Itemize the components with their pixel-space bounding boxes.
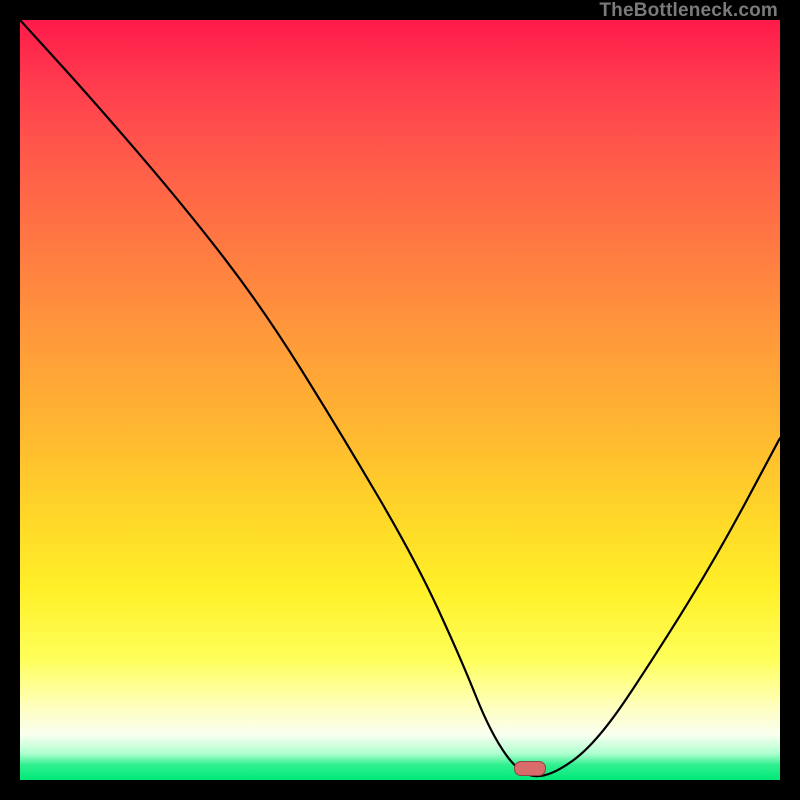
curve-path bbox=[20, 20, 780, 776]
bottleneck-curve bbox=[20, 20, 780, 780]
plot-area bbox=[20, 20, 780, 780]
optimal-point-marker bbox=[514, 761, 546, 776]
watermark-text: TheBottleneck.com bbox=[599, 0, 778, 22]
